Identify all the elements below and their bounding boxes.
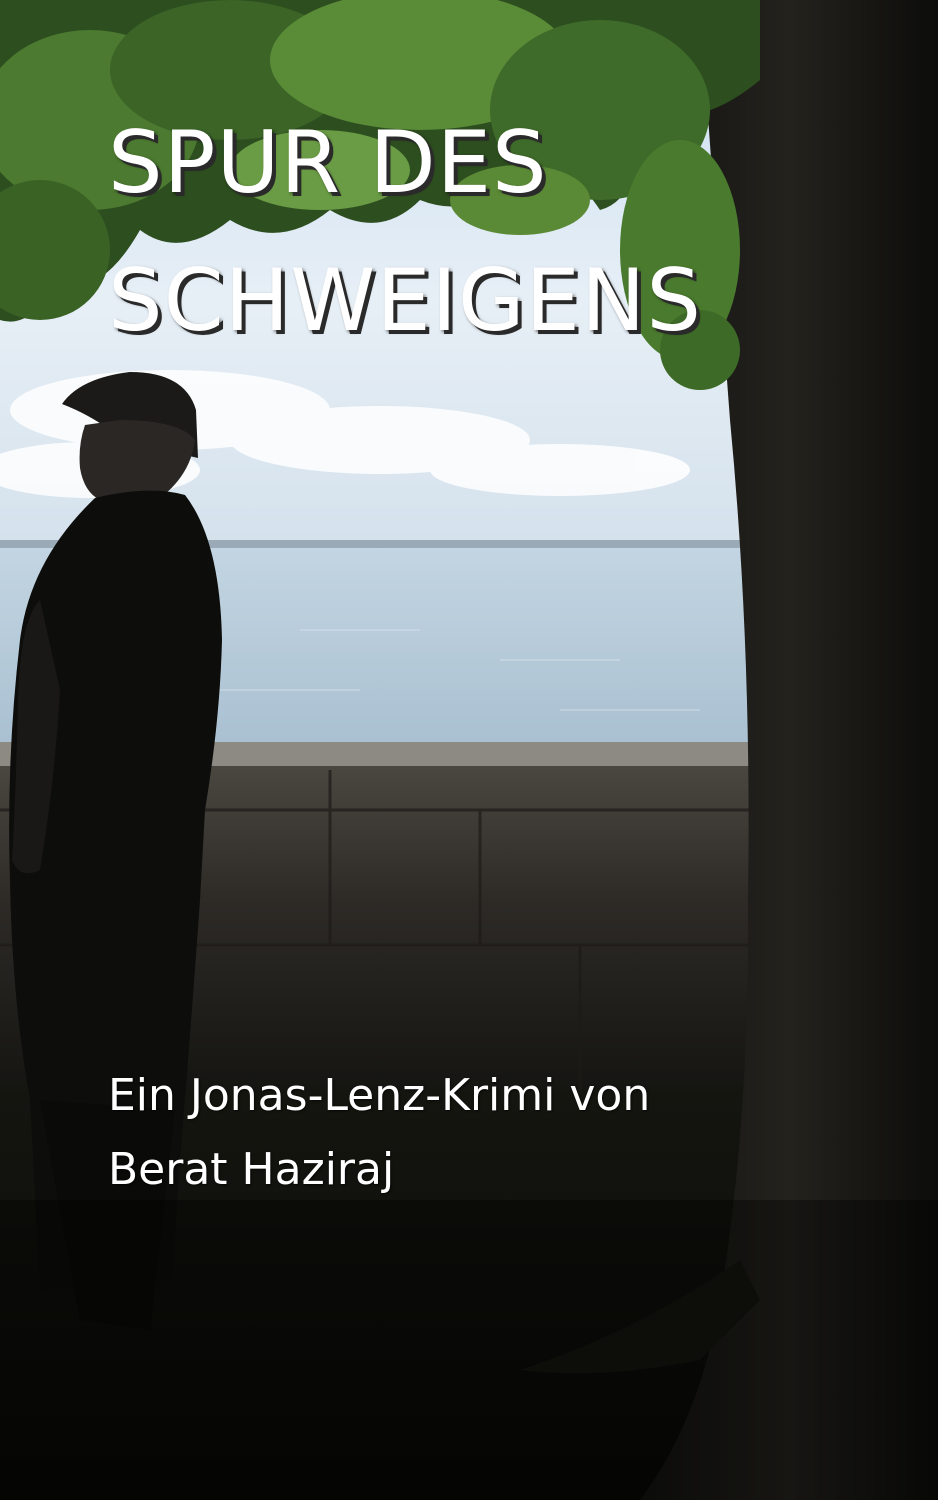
book-title-line-1: SPUR DES xyxy=(108,113,548,213)
author-name: Berat Haziraj xyxy=(108,1144,395,1195)
book-cover: SPUR DES SCHWEIGENS Ein Jonas-Lenz-Krimi… xyxy=(0,0,938,1500)
cover-photo xyxy=(0,0,938,1500)
subtitle-line-1: Ein Jonas-Lenz-Krimi von xyxy=(108,1070,651,1121)
book-title-line-2: SCHWEIGENS xyxy=(108,251,702,351)
